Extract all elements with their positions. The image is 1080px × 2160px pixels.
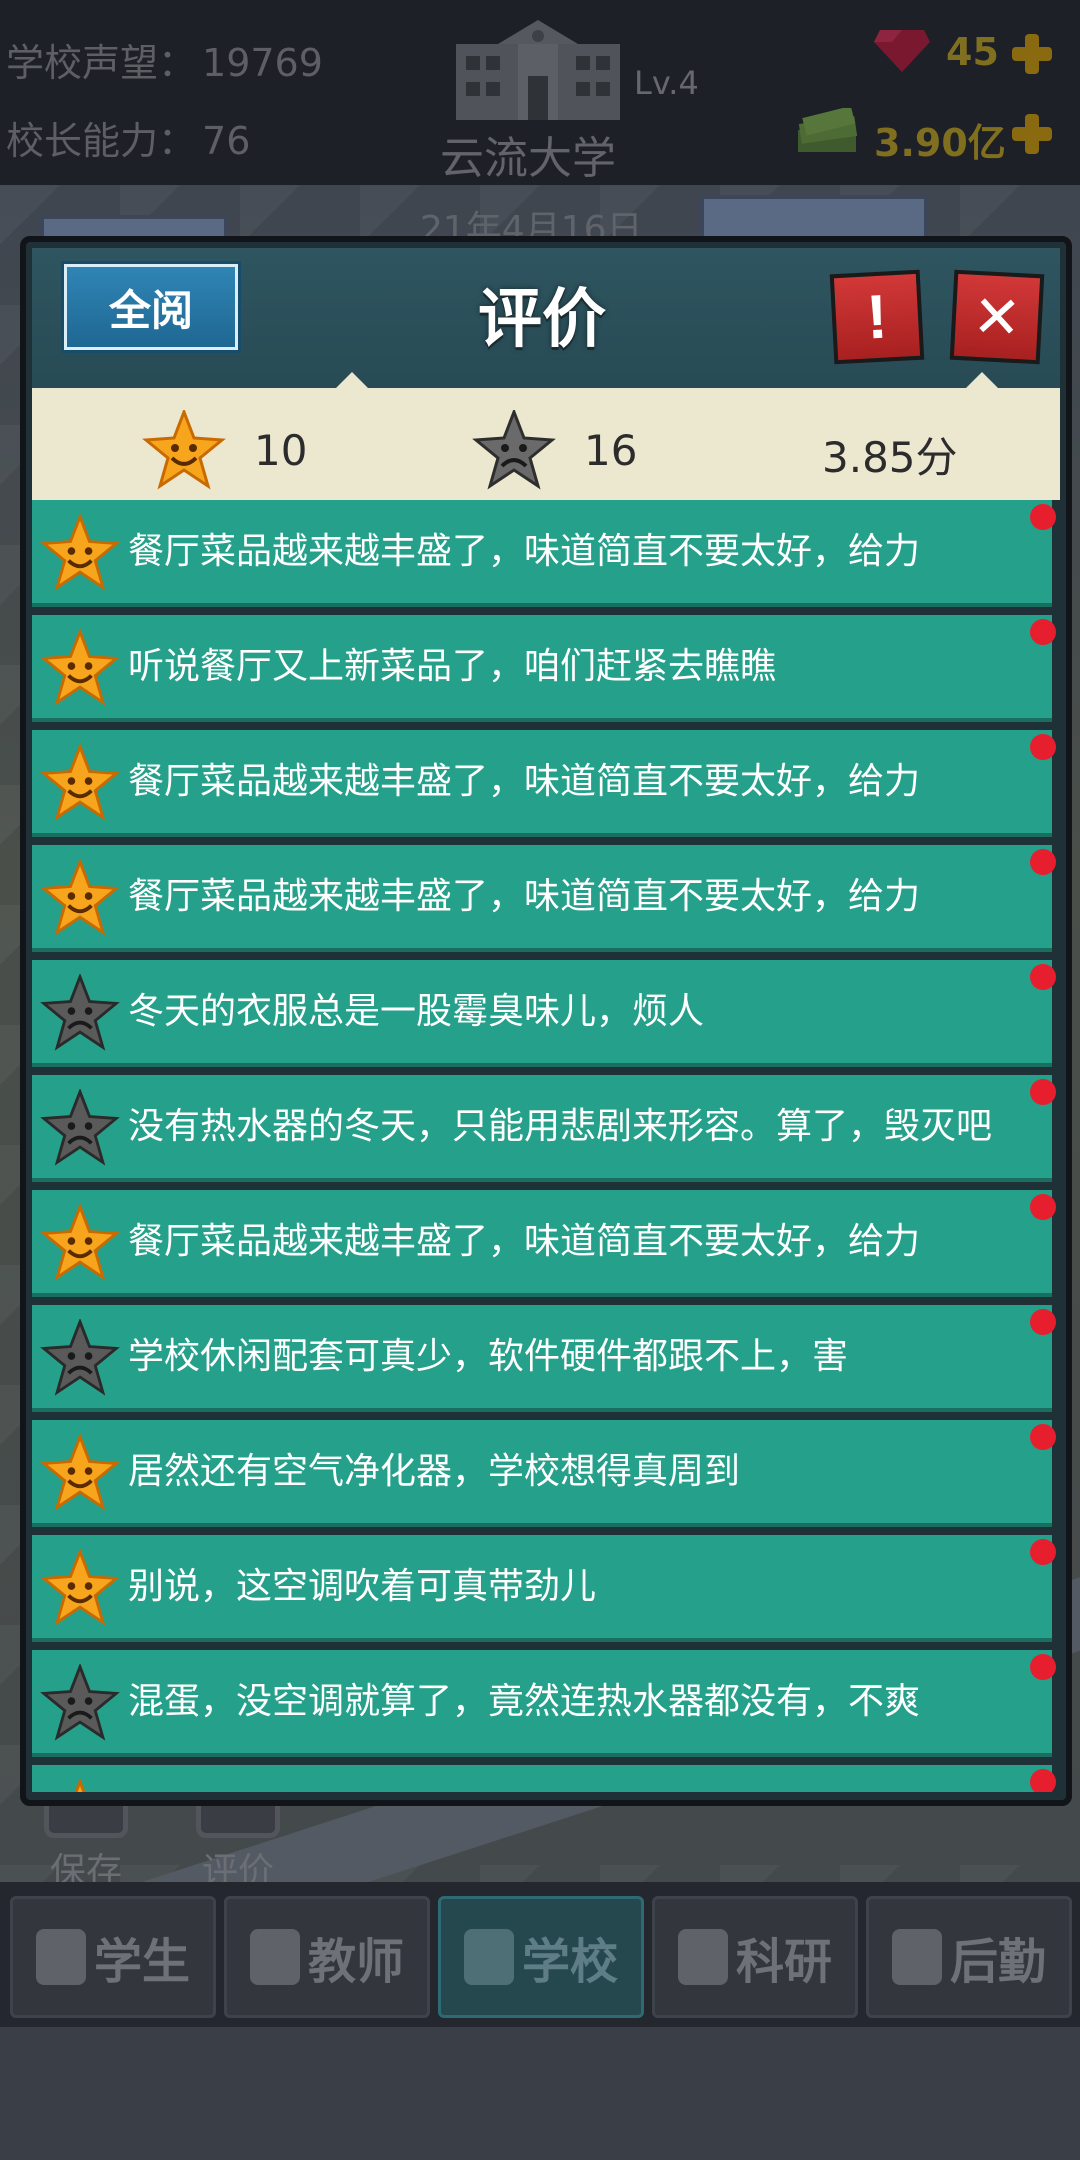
happy-star-icon (40, 512, 120, 596)
good-count: 10 (254, 425, 308, 475)
close-button[interactable]: ✕ (949, 269, 1045, 365)
unread-dot (1030, 1654, 1056, 1680)
review-list[interactable]: 餐厅菜品越来越丰盛了，味道简直不要太好，给力 听说餐厅又上新菜品了，咱们赶紧去瞧… (32, 500, 1060, 1792)
review-text: 学校休闲配套可真少，软件硬件都跟不上，害 (128, 1335, 849, 1377)
happy-star-icon (40, 1547, 120, 1631)
student-icon (35, 1929, 86, 1985)
add-money-button[interactable] (1008, 110, 1056, 158)
tab-logistics[interactable]: 后勤 (866, 1896, 1072, 2018)
add-gems-button[interactable] (1008, 30, 1056, 78)
unread-dot (1030, 1079, 1056, 1105)
school-building-icon[interactable] (448, 10, 628, 120)
review-row[interactable]: 别说，这空调吹着可真带劲儿 (32, 1535, 1056, 1642)
average-score: 3.85分 (822, 433, 958, 482)
school-icon (463, 1929, 514, 1985)
tab-label: 后勤 (949, 1934, 1046, 1990)
unread-dot (1030, 1424, 1056, 1450)
review-text: 没有热水器的冬天，只能用悲剧来形容。算了，毁灭吧 (128, 1105, 993, 1147)
review-text: 混蛋，没空调就算了，竟然连热水器都没有，不爽 (128, 1680, 921, 1722)
prestige-value: 19769 (202, 41, 323, 85)
review-text: 餐厅菜品越来越丰盛了，味道简直不要太好，给力 (128, 530, 921, 572)
review-text: 居然还有空气净化器，学校想得真周到 (128, 1450, 741, 1492)
unread-dot (1030, 964, 1056, 990)
money-amount: 3.90亿 (874, 121, 1006, 165)
review-text: 餐厅菜品越来越丰盛了，味道简直不要太好，给力 (128, 1220, 921, 1262)
bad-rating-summary: 16 (472, 410, 637, 490)
review-row[interactable]: 餐厅菜品越来越丰盛了，味道简直不要太好，给力 (32, 1190, 1056, 1297)
sad-star-icon (40, 972, 120, 1056)
clipboard-icon (891, 1929, 942, 1985)
happy-star-icon (40, 742, 120, 826)
tab-students[interactable]: 学生 (10, 1896, 216, 2018)
unread-dot (1030, 734, 1056, 760)
ability-label: 校长能力： (6, 119, 197, 163)
rating-summary: 10 16 3.85分 (32, 372, 1060, 500)
gem-count: 45 (946, 30, 999, 74)
happy-star-icon (40, 627, 120, 711)
review-text (128, 1765, 1022, 1792)
unread-dot (1030, 1309, 1056, 1335)
unread-dot (1030, 619, 1056, 645)
unread-dot (1030, 1539, 1056, 1565)
review-row[interactable]: 冬天的衣服总是一股霉臭味儿，烦人 (32, 960, 1056, 1067)
bottom-tab-bar: 学生 教师 学校 科研 后勤 (0, 1882, 1080, 2027)
review-row[interactable]: 居然还有空气净化器，学校想得真周到 (32, 1420, 1056, 1527)
review-row[interactable] (32, 1765, 1056, 1792)
tab-teachers[interactable]: 教师 (224, 1896, 430, 2018)
prestige-stat: 学校声望： 19769 (6, 32, 323, 87)
tab-label: 学生 (93, 1934, 190, 1990)
review-row[interactable]: 混蛋，没空调就算了，竟然连热水器都没有，不爽 (32, 1650, 1056, 1757)
happy-star-icon (40, 1432, 120, 1516)
happy-star-icon (142, 410, 226, 490)
school-level: Lv.4 (634, 64, 699, 102)
happy-star-icon (40, 1202, 120, 1286)
review-text: 餐厅菜品越来越丰盛了，味道简直不要太好，给力 (128, 875, 921, 917)
sad-star-icon (40, 1662, 120, 1746)
dialog-title: 评价 (478, 283, 606, 357)
exclamation-icon: ! (864, 282, 890, 352)
review-text: 听说餐厅又上新菜品了，咱们赶紧去瞧瞧 (128, 645, 777, 687)
school-name: 云流大学 (440, 133, 616, 184)
tab-label: 教师 (307, 1934, 404, 1990)
money-stack-icon (798, 108, 858, 152)
ability-stat: 校长能力： 76 (6, 110, 250, 165)
teacher-icon (249, 1929, 300, 1985)
tab-label: 学校 (521, 1934, 618, 1990)
review-row[interactable]: 餐厅菜品越来越丰盛了，味道简直不要太好，给力 (32, 845, 1056, 952)
sad-star-icon (40, 1087, 120, 1171)
read-all-button[interactable]: 全阅 (64, 264, 238, 350)
review-dialog: 全阅 评价 ! ✕ 10 16 3.85分 餐厅菜品越来越丰盛了，味道简直不要太… (20, 236, 1072, 1806)
top-hud: 学校声望： 19769 校长能力： 76 Lv.4 云流大学 45 3.90亿 (0, 0, 1080, 185)
dialog-header: 全阅 评价 ! ✕ (32, 248, 1060, 388)
happy-star-icon (40, 1777, 120, 1792)
tab-research[interactable]: 科研 (652, 1896, 858, 2018)
review-row[interactable]: 听说餐厅又上新菜品了，咱们赶紧去瞧瞧 (32, 615, 1056, 722)
review-text: 餐厅菜品越来越丰盛了，味道简直不要太好，给力 (128, 760, 921, 802)
tab-school[interactable]: 学校 (438, 1896, 644, 2018)
good-rating-summary: 10 (142, 410, 307, 490)
ability-value: 76 (202, 119, 251, 163)
sad-star-icon (472, 410, 556, 490)
review-row[interactable]: 餐厅菜品越来越丰盛了，味道简直不要太好，给力 (32, 500, 1056, 607)
happy-star-icon (40, 857, 120, 941)
review-row[interactable]: 餐厅菜品越来越丰盛了，味道简直不要太好，给力 (32, 730, 1056, 837)
unread-dot (1030, 849, 1056, 875)
review-text: 别说，这空调吹着可真带劲儿 (128, 1565, 597, 1607)
review-text: 冬天的衣服总是一股霉臭味儿，烦人 (128, 990, 705, 1032)
review-row[interactable]: 没有热水器的冬天，只能用悲剧来形容。算了，毁灭吧 (32, 1075, 1056, 1182)
prestige-label: 学校声望： (6, 41, 197, 85)
review-row[interactable]: 学校休闲配套可真少，软件硬件都跟不上，害 (32, 1305, 1056, 1412)
unread-dot (1030, 1769, 1056, 1792)
close-icon: ✕ (970, 281, 1024, 353)
alert-button[interactable]: ! (829, 269, 925, 365)
flask-icon (677, 1929, 728, 1985)
unread-dot (1030, 1194, 1056, 1220)
bad-count: 16 (584, 425, 638, 475)
gem-icon (874, 30, 930, 72)
unread-dot (1030, 504, 1056, 530)
tab-label: 科研 (735, 1934, 832, 1990)
sad-star-icon (40, 1317, 120, 1401)
